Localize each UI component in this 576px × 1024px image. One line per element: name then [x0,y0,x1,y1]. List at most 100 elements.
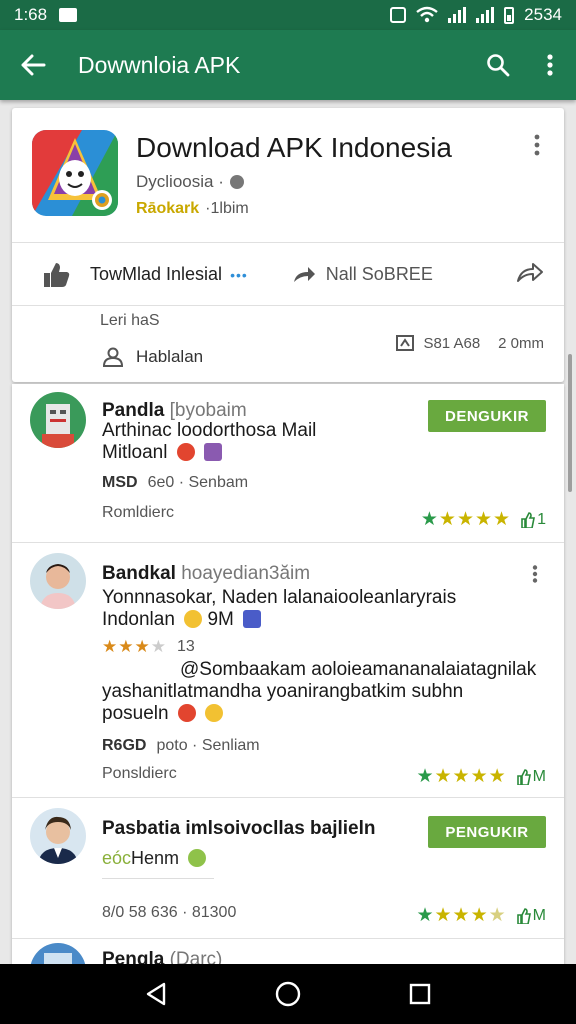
install-button[interactable]: PENGUKIR [428,816,546,848]
review-footer: Romldierc [102,504,175,521]
card-more-button[interactable] [534,134,546,162]
star-icon: ★ [452,905,470,926]
share-icon [517,262,543,282]
app-meta: Rāokark ·1lbim [136,200,249,218]
more-vert-icon [534,134,540,156]
meta-bold: MSD [102,474,138,491]
review-text-line2: Indonlan 9M [102,609,262,631]
overflow-menu-button[interactable] [524,30,576,100]
forward-arrow-icon [293,267,315,282]
divider [12,305,564,306]
helpful-button[interactable]: 1 [521,511,546,529]
signal-2-icon [476,7,495,23]
review-rating: ★ ★ ★ ★ 13 [102,637,195,657]
back-button[interactable] [0,30,66,100]
star-icon: ★ [475,509,493,530]
nav-back-button[interactable] [126,964,186,1024]
review-handle: (Darc) [169,949,223,964]
app-developer[interactable]: Dyclioosia · [136,172,244,192]
review-item[interactable]: Pasbatia imlsoivocllas bajlieln PENGUKIR… [12,798,564,938]
review-item[interactable]: Pengla (Darc) [12,939,564,964]
review-meta: 8/0 58 636 · 81300 [102,904,237,921]
review-item[interactable]: Bandkal hoayedian3ăim Yonnnasokar, Naden… [12,543,564,797]
size-label: Leri haS [100,312,160,329]
meta-mid: poto [156,737,188,754]
rating-stars: ★ ★ ★ ★ ★ 1 [421,508,546,531]
star-icon: ★ [102,637,118,656]
helpful-count: 1 [537,510,546,528]
review-body-line2: yashanitlatmandha yoanirangbatkim subhn [102,681,464,702]
content-area: Download APK Indonesia Dyclioosia · Rāok… [0,100,576,964]
person-icon [102,347,124,367]
app-icon[interactable] [32,130,118,216]
app-title: Download APK Indonesia [136,132,452,163]
divider [102,878,214,879]
avatar [30,553,86,609]
review-item[interactable]: Pandla [byobaim DENGUKIR Arthinac loodor… [12,384,564,542]
angry-emoji-icon [177,704,196,722]
arrow-left-icon [21,54,46,76]
meta-bold: R6GD [102,737,147,754]
review-meta: MSD 6e0 · Senbam [102,474,249,491]
nav-recents-button[interactable] [390,964,450,1024]
verified-icon [229,175,244,189]
tag-highlight: eóc [102,848,132,868]
review-name: Pengla [102,949,165,964]
star-icon: ★ [470,766,488,787]
vibrate-icon [390,7,407,23]
review-body-line3: posueln [102,703,224,725]
review-text-after: 9M [207,609,234,630]
review-author: Pandla [byobaim [102,400,247,422]
size-extra: 2 0mm [498,334,544,352]
review-text: Arthinac loodorthosa Mail [102,420,317,441]
star-icon: ★ [416,905,434,926]
nav-home-button[interactable] [258,964,318,1024]
more-vert-icon [532,565,538,583]
sick-emoji-icon [188,849,207,867]
review-body-cont: posueln [102,703,169,724]
avatar [30,808,86,864]
permission-label: Hablalan [136,347,204,366]
review-text: Yonnnasokar, Naden lalanaiooleanlaryrais [102,587,457,608]
meta-mid: 6e0 [147,474,175,491]
review-footer: Ponsldierc [102,765,177,782]
review-more-button[interactable] [532,565,544,589]
thumb-up-icon [521,511,536,528]
review-text-line2: Mitloanl [102,442,223,464]
star-icon: ★ [456,509,474,530]
share-button[interactable] [516,261,544,288]
helpful-button[interactable]: M [516,768,546,786]
rank-value: ·1lbim [205,200,249,217]
review-author: Pengla (Darc) [102,949,222,964]
star-icon: ★ [118,637,134,656]
star-icon: ★ [434,905,452,926]
notification-icon [59,8,78,22]
rating-count: 13 [177,638,195,655]
action-left-dots: ••• [230,266,248,283]
action-left-button[interactable]: TowMlad Inlesial ••• [12,261,248,287]
permissions-row[interactable]: Hablalan [102,346,203,368]
star-icon: ★ [150,637,166,656]
action-left-label: TowMlad Inlesial [90,263,223,284]
star-icon: ★ [434,766,452,787]
search-button[interactable] [472,30,524,100]
review-handle: hoayedian3ăim [181,563,311,584]
size-value: S81 A68 [423,334,481,352]
helpful-button[interactable]: M [516,907,546,925]
review-author: Bandkal hoayedian3ăim [102,563,310,585]
search-icon [487,54,510,77]
triangle-back-icon [146,982,166,1006]
battery-icon [504,6,515,24]
scrollbar[interactable] [568,354,572,492]
app-bar: Dowwnloia APK [0,30,576,100]
star-icon: ★ [470,905,488,926]
review-author: Pasbatia imlsoivocllas bajlieln [102,818,376,839]
signal-icon [448,7,467,23]
action-mid-button[interactable]: Nall SoBREE [292,264,433,285]
developer-name: Dyclioosia · [136,172,224,191]
rank-label: Rāokark [136,200,200,217]
install-button[interactable]: DENGUKIR [428,400,546,432]
tag-rest: Henm [131,848,180,868]
storage-icon [396,335,415,351]
status-time: 1:68 [14,5,48,24]
